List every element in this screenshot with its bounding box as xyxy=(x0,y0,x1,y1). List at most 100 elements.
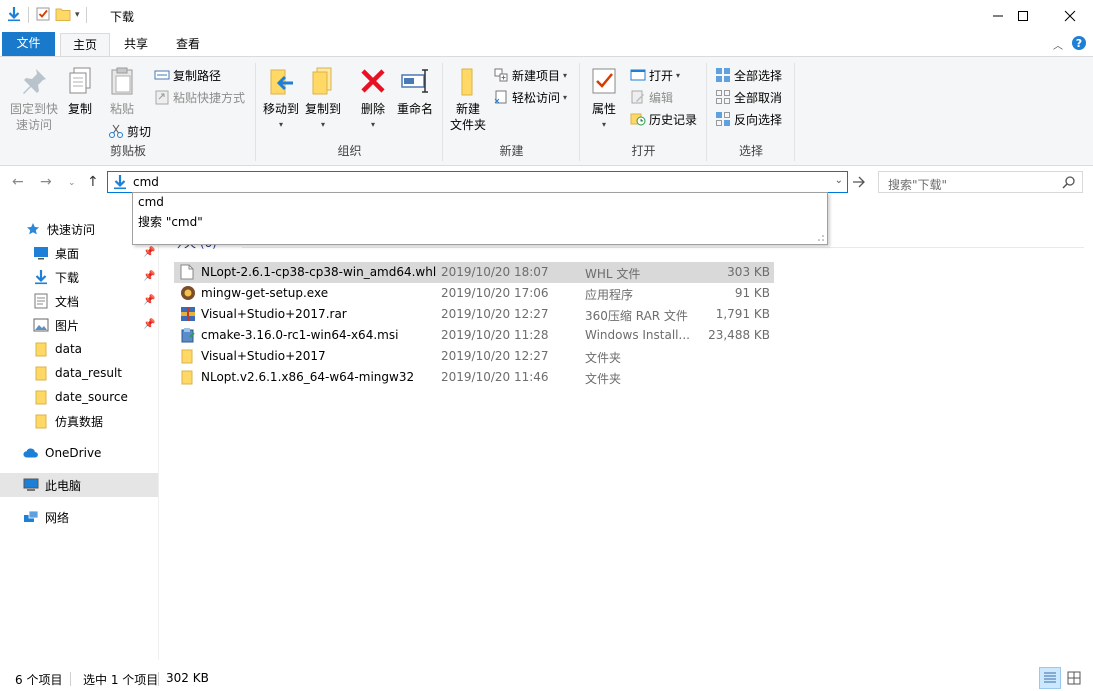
cut-button[interactable]: 剪切 xyxy=(108,121,151,141)
open-icon xyxy=(630,69,646,81)
new-folder-icon[interactable] xyxy=(55,6,71,25)
properties-check-icon[interactable] xyxy=(35,6,51,25)
organize-label: 组织 xyxy=(337,144,362,158)
pin-icon: 📌 xyxy=(143,295,156,306)
autocomplete-item[interactable]: cmd xyxy=(138,195,164,209)
chevron-down-icon[interactable]: ⌄ xyxy=(835,175,843,186)
autocomplete-search-item[interactable]: 搜索 "cmd" xyxy=(138,213,203,230)
search-icon[interactable] xyxy=(1062,175,1076,192)
item-count: 6 个项目 xyxy=(15,673,63,687)
rar-icon xyxy=(180,306,196,322)
paste-shortcut-button[interactable]: 粘贴快捷方式 xyxy=(154,87,245,107)
properties-button[interactable]: 属性 ▾ xyxy=(586,65,622,133)
delete-button[interactable]: 删除 ▾ xyxy=(356,65,390,133)
easy-access-button[interactable]: 轻松访问 ▾ xyxy=(493,87,567,107)
properties-icon xyxy=(592,68,616,94)
sidebar-item-data-result[interactable]: data_result xyxy=(0,361,158,385)
file-type: 文件夹 xyxy=(585,372,622,386)
file-row[interactable]: Visual+Studio+2017.rar 2019/10/20 12:27 … xyxy=(174,304,774,325)
select-none-icon xyxy=(716,90,730,104)
file-name: Visual+Studio+2017 xyxy=(201,349,326,363)
address-input[interactable]: cmd xyxy=(133,175,159,189)
tab-home[interactable]: 主页 xyxy=(60,33,110,56)
sidebar-item-downloads[interactable]: 下载 xyxy=(0,265,158,289)
sidebar-item-this-pc[interactable]: 此电脑 xyxy=(0,473,158,497)
select-group: 全部选择 全部取消 反向选择 选择 xyxy=(707,59,795,163)
picture-icon xyxy=(33,317,49,333)
large-icons-view-icon xyxy=(1067,671,1081,685)
maximize-button[interactable] xyxy=(1000,0,1046,31)
new-folder-button[interactable]: 新建 文件夹 xyxy=(447,65,489,133)
svg-text:?: ? xyxy=(1076,37,1082,50)
organize-group: 移动到 ▾ 复制到 ▾ 删除 ▾ 重命名 组织 xyxy=(256,59,443,163)
file-row[interactable]: cmake-3.16.0-rc1-win64-x64.msi 2019/10/2… xyxy=(174,325,774,346)
file-size: 91 KB xyxy=(734,286,770,300)
file-date: 2019/10/20 12:27 xyxy=(441,349,549,363)
sidebar-item-date-source[interactable]: date_source xyxy=(0,385,158,409)
folder-icon xyxy=(33,365,49,381)
forward-button[interactable]: → xyxy=(40,174,52,190)
go-arrow-icon xyxy=(853,176,865,188)
tab-view[interactable]: 查看 xyxy=(168,33,208,56)
sidebar-item-documents[interactable]: 文档 xyxy=(0,289,158,313)
computer-icon xyxy=(23,477,39,493)
copy-to-button[interactable]: 复制到 ▾ xyxy=(304,65,342,133)
window-title: 下载 xyxy=(110,10,135,24)
invert-selection-button[interactable]: 反向选择 xyxy=(715,109,782,129)
folder-row[interactable]: NLopt.v2.6.1.x86_64-w64-mingw32 2019/10/… xyxy=(174,367,774,388)
select-none-button[interactable]: 全部取消 xyxy=(715,87,782,107)
close-icon xyxy=(1064,10,1076,21)
sidebar-item-simulation-data[interactable]: 仿真数据 xyxy=(0,409,158,433)
collapse-ribbon-icon[interactable]: ︿ xyxy=(1053,37,1063,52)
file-date: 2019/10/20 11:28 xyxy=(441,328,549,342)
address-bar[interactable]: cmd ⌄ xyxy=(107,171,848,193)
go-button[interactable] xyxy=(852,176,866,191)
copy-icon xyxy=(69,67,91,94)
scissors-icon xyxy=(109,124,123,138)
folder-row[interactable]: Visual+Studio+2017 2019/10/20 12:27 文件夹 xyxy=(174,346,774,367)
back-button[interactable]: ← xyxy=(12,174,24,190)
paste-button[interactable]: 粘贴 xyxy=(104,65,140,117)
tab-file[interactable]: 文件 xyxy=(2,32,55,56)
folder-icon xyxy=(180,369,196,385)
new-item-button[interactable]: 新建项目 ▾ xyxy=(493,65,567,85)
details-view-button[interactable] xyxy=(1039,667,1061,689)
recent-locations-button[interactable]: ⌄ xyxy=(68,178,76,188)
download-icon xyxy=(112,174,128,193)
rename-button[interactable]: 重命名 xyxy=(394,65,436,117)
document-icon xyxy=(33,293,49,309)
sidebar-item-onedrive[interactable]: OneDrive xyxy=(0,441,158,465)
customize-qat-icon[interactable]: ▾ xyxy=(75,10,80,20)
sidebar-item-data[interactable]: data xyxy=(0,337,158,361)
msi-icon xyxy=(180,327,196,343)
pin-icon: 📌 xyxy=(143,319,156,330)
resize-grip-icon[interactable] xyxy=(817,234,825,242)
file-row[interactable]: mingw-get-setup.exe 2019/10/20 17:06 应用程… xyxy=(174,283,774,304)
search-box[interactable]: 搜索"下载" xyxy=(878,171,1083,193)
move-to-button[interactable]: 移动到 ▾ xyxy=(262,65,300,133)
sidebar-item-network[interactable]: 网络 xyxy=(0,505,158,529)
copy-to-icon xyxy=(312,67,332,95)
copy-button[interactable]: 复制 xyxy=(62,65,98,117)
close-button[interactable] xyxy=(1047,0,1093,31)
copy-path-button[interactable]: 复制路径 xyxy=(154,65,221,85)
file-date: 2019/10/20 17:06 xyxy=(441,286,549,300)
pin-icon xyxy=(23,69,46,94)
edit-button[interactable]: 编辑 xyxy=(630,87,673,107)
large-icons-view-button[interactable] xyxy=(1063,667,1085,689)
autocomplete-dropdown: cmd 搜索 "cmd" xyxy=(132,192,828,245)
move-to-icon xyxy=(270,69,293,95)
file-row[interactable]: NLopt-2.6.1-cp38-cp38-win_amd64.whl 2019… xyxy=(174,262,774,283)
pin-quick-access-button[interactable]: 固定到快 速访问 xyxy=(6,65,62,133)
ribbon-tabs: 文件 主页 共享 查看 ︿ ? xyxy=(0,31,1093,56)
select-all-button[interactable]: 全部选择 xyxy=(715,65,782,85)
open-button[interactable]: 打开 ▾ xyxy=(630,65,680,85)
cloud-icon xyxy=(23,445,39,461)
download-icon[interactable] xyxy=(6,6,22,25)
up-button[interactable]: ↑ xyxy=(87,174,99,190)
sidebar-item-pictures[interactable]: 图片 xyxy=(0,313,158,337)
tab-share[interactable]: 共享 xyxy=(116,33,156,56)
history-button[interactable]: 历史记录 xyxy=(630,109,697,129)
help-icon[interactable]: ? xyxy=(1071,35,1087,54)
quick-access-toolbar: ▾ xyxy=(6,6,89,24)
